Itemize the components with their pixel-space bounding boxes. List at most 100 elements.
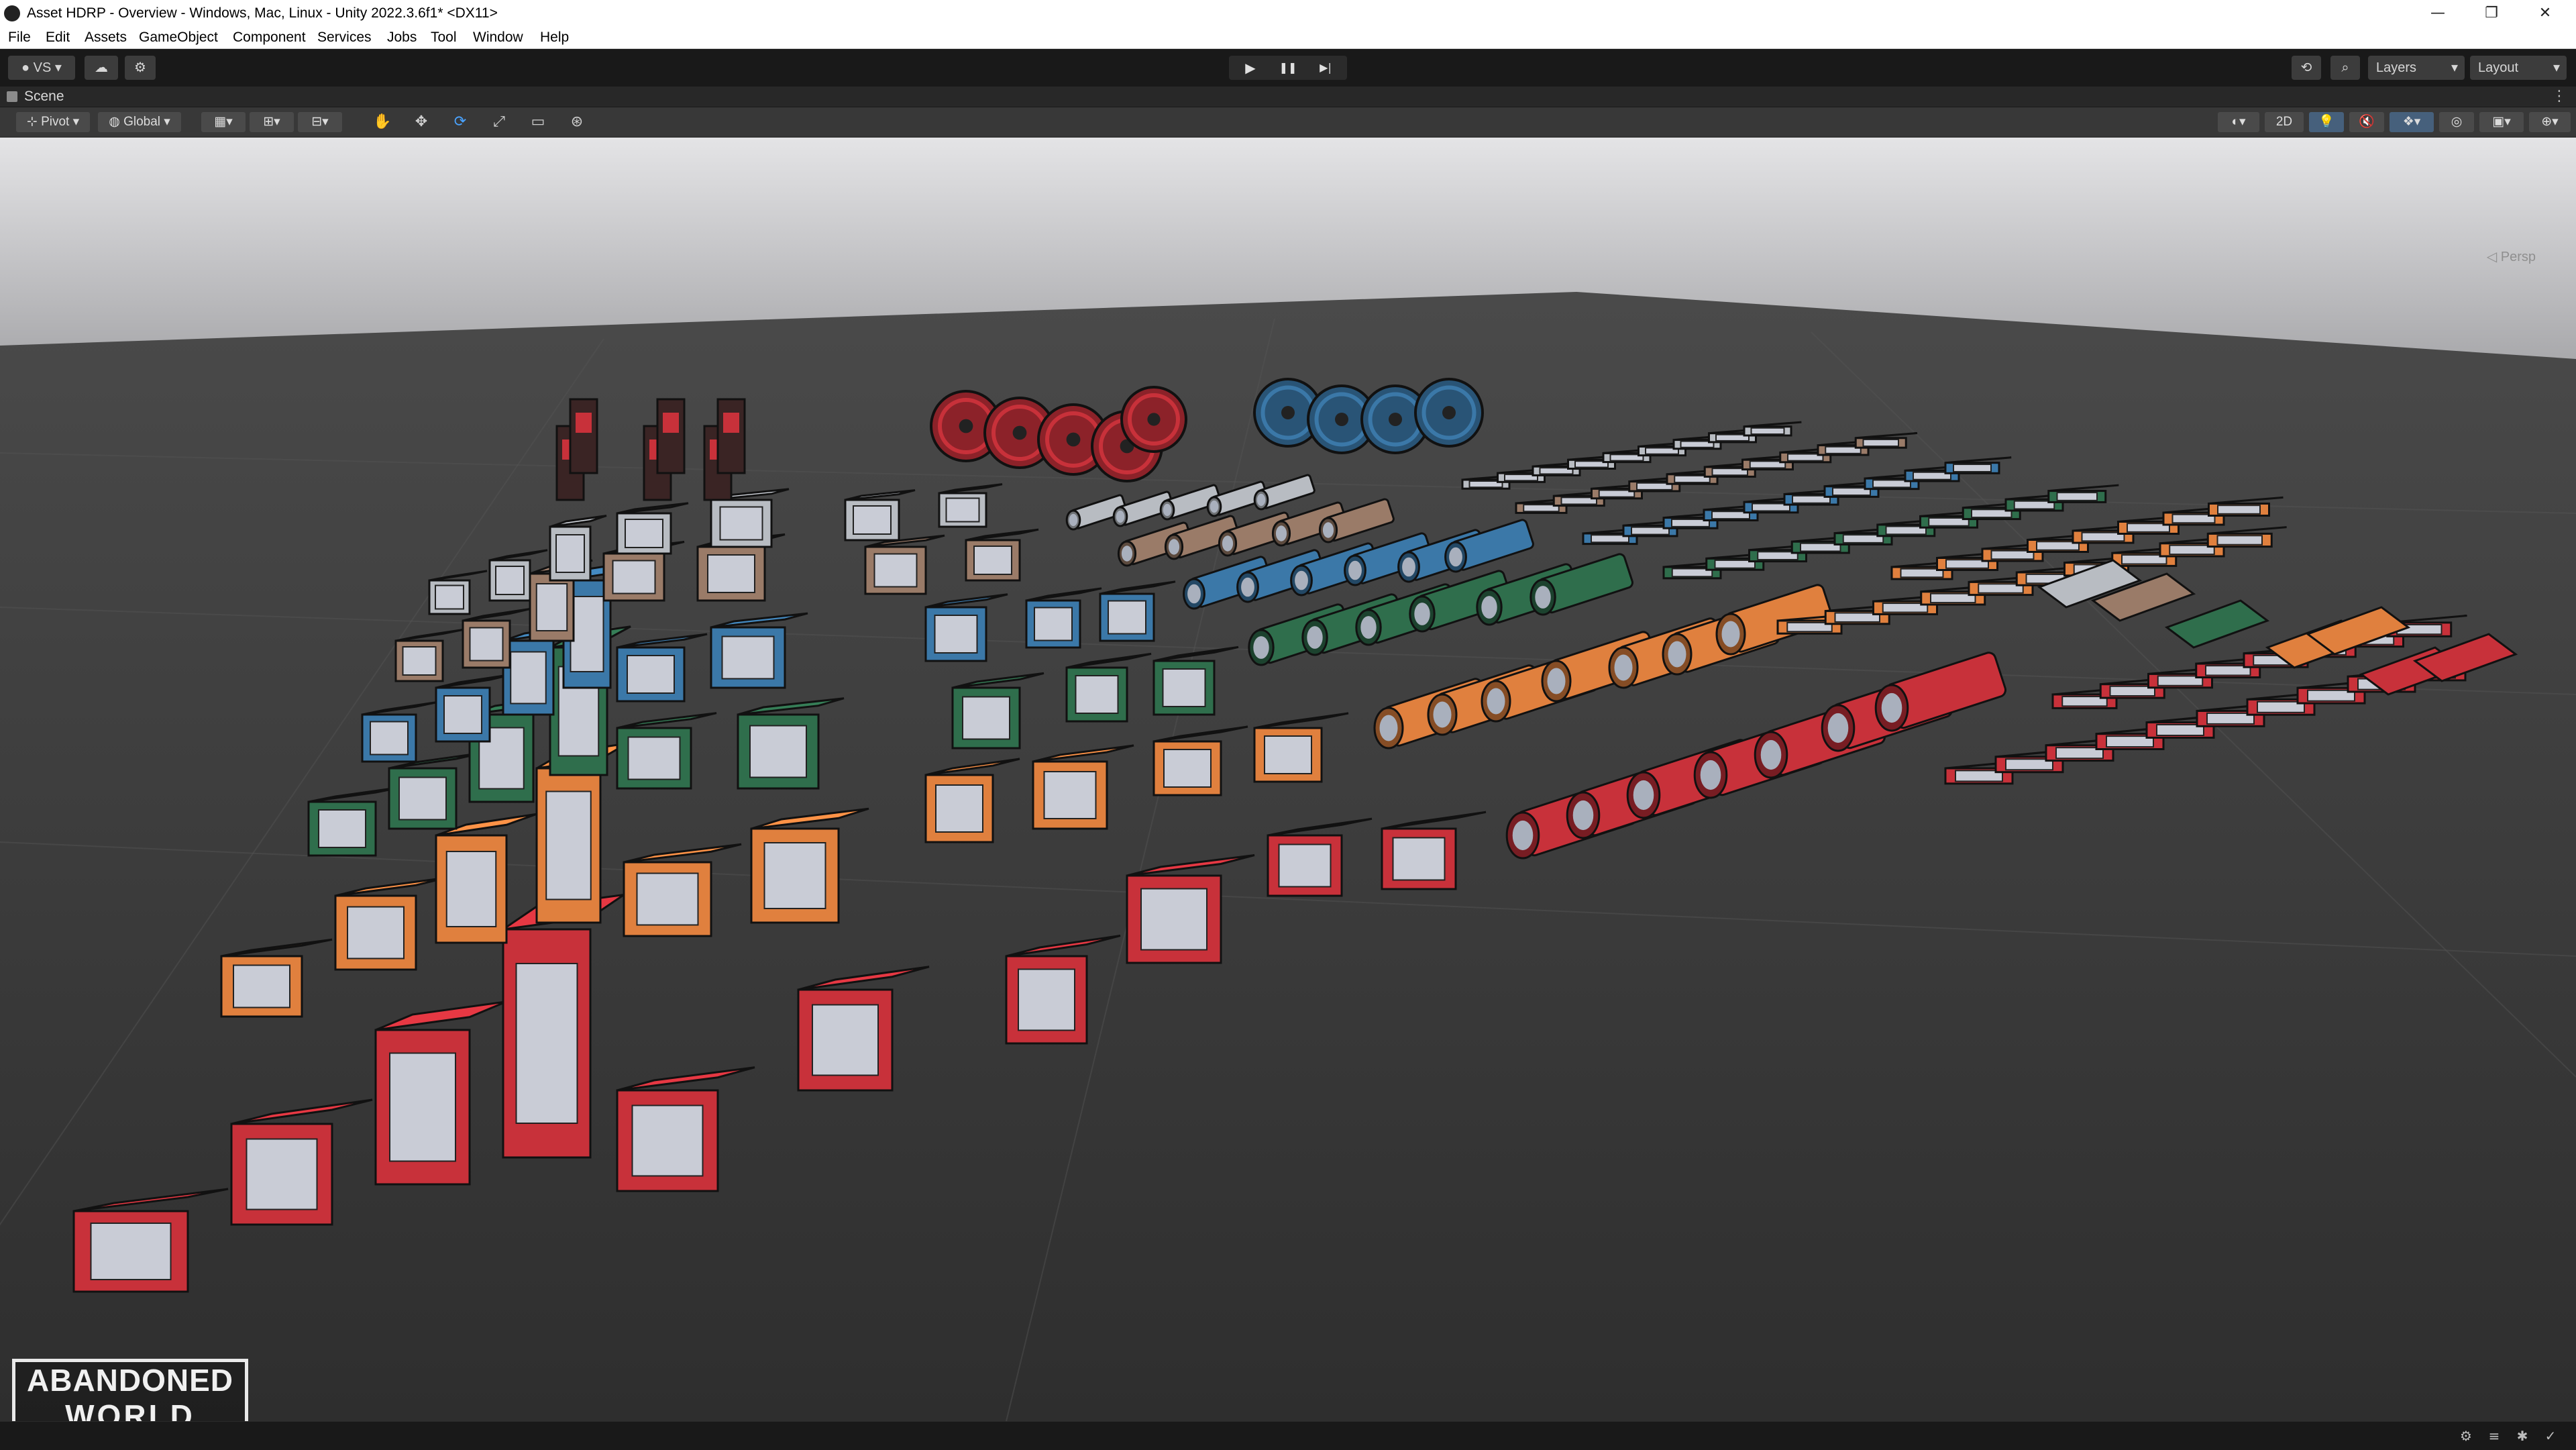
pipe-0-3-inner [1633,780,1654,811]
duct-grey-1-opening [435,584,464,610]
more-options-icon[interactable]: ⋮ [2552,87,2567,107]
tee-grey-1-opening [945,497,980,523]
ruler-button[interactable]: ⊟▾ [298,112,342,132]
grid-icon: ▦▾ [214,115,233,129]
logo-line-1: ABANDONED [27,1363,233,1398]
layers-dropdown[interactable]: Layers ▾ [2368,56,2465,80]
move-tool-icon[interactable]: ✥ [407,112,436,132]
effects-toggle[interactable]: ❖▾ [2390,112,2434,132]
bend-blue-1-opening [934,615,978,654]
rotate-tool-icon[interactable]: ⟳ [445,112,475,132]
elbow-tan-2-opening [707,554,755,593]
elbow-grey-1-opening [625,519,663,548]
menu-edit[interactable]: Edit [46,27,70,48]
pivot-label: Pivot [41,115,70,129]
duct-red-3-opening [389,1052,456,1162]
audio-mute-icon: 🔇 [2359,115,2375,129]
pipe-5-1-inner [1069,513,1078,527]
tab-scene[interactable]: Scene [7,87,64,107]
shading-icon: ◐▾ [2231,115,2246,129]
status-bar: ⚙ ≡ ✱ ✓ [0,1421,2576,1450]
minimize-icon[interactable]: — [2411,0,2465,27]
pipe-3-5-inner [1402,557,1415,577]
pivot-toggle[interactable]: ⊹ Pivot ▾ [16,112,90,132]
play-button[interactable]: ▶ [1232,56,1269,80]
lighting-toggle[interactable]: 💡 [2309,112,2344,132]
pipe-0-2-inner [1572,800,1594,831]
pivot-icon: ⊹ [26,115,38,129]
elbow-blue-2-opening [721,635,775,680]
elbow-orange-1-opening [636,872,699,926]
mode-2d-toggle[interactable]: 2D [2265,112,2304,132]
search-icon: ⌕ [2341,60,2349,75]
step-button[interactable]: ▶| [1307,56,1344,80]
playmode-controls: ▶ ❚❚ ▶| [1229,56,1347,80]
menu-gameobject[interactable]: GameObject [139,27,218,48]
unit-5 [716,398,746,474]
history-button[interactable]: ⟲ [2292,56,2321,80]
pipe-0-6-inner [1827,713,1849,743]
menu-assets[interactable]: Assets [85,27,127,48]
check-icon[interactable]: ✓ [2542,1429,2559,1443]
pipe-3-2-inner [1241,577,1254,597]
scene-viewport[interactable]: ◁ Persp [0,138,2576,1421]
chevron-down-icon: ▾ [164,115,170,129]
pipe-3-6-inner [1449,547,1462,567]
search-button[interactable]: ⌕ [2330,56,2360,80]
increment-snap-button[interactable]: ⊞▾ [250,112,294,132]
duct-red-4-opening [515,963,578,1124]
account-button[interactable]: ● VS ▾ [8,56,75,80]
bend-tan-1-opening [873,553,918,588]
menu-window[interactable]: Window [473,27,523,48]
title-bar: Asset HDRP - Overview - Windows, Mac, Li… [0,0,2576,27]
scene-visibility-toggle[interactable]: ◎ [2439,112,2474,132]
duct-tan-2-opening [469,627,504,662]
camera-settings-button[interactable]: ▣▾ [2479,112,2524,132]
menu-tool[interactable]: Tool [431,27,457,48]
cloud-icon: ☁ [95,60,108,75]
scale-tool-icon[interactable]: ⤢ [484,112,514,132]
menu-services[interactable]: Services [317,27,372,48]
collab-button[interactable]: ⚙ [125,56,156,80]
pipe-0-7-inner [1881,692,1902,723]
flat-duct-4-9-opening [2056,492,2098,501]
pipe-1-1-inner [1379,715,1398,741]
layout-dropdown[interactable]: Layout ▾ [2470,56,2567,80]
restore-icon[interactable]: ❐ [2465,0,2518,27]
rect-tool-icon[interactable]: ▭ [523,112,553,132]
menu-file[interactable]: File [8,27,31,48]
elbow-green-1-opening [627,736,681,780]
menu-help[interactable]: Help [540,27,569,48]
camera-mode-label[interactable]: ◁ Persp [2487,248,2536,265]
global-label: Global [123,115,160,129]
pipe-1-2-inner [1433,701,1452,728]
elbow-red-1-opening [631,1104,704,1177]
audio-toggle[interactable]: 🔇 [2349,112,2384,132]
bug-icon[interactable]: ✱ [2514,1429,2530,1443]
chevron-down-icon: ▾ [2553,60,2560,75]
debug-icon[interactable]: ⚙ [2458,1429,2474,1443]
duct-blue-3-opening [510,651,547,705]
fan-0-hub [959,419,973,433]
pipe-1-5-inner [1614,654,1633,681]
close-icon[interactable]: ✕ [2518,0,2572,27]
draw-mode-button[interactable]: ◐▾ [2218,112,2259,132]
pipe-1-4-inner [1547,668,1566,694]
cache-icon[interactable]: ≡ [2486,1429,2502,1443]
effects-icon: ❖▾ [2402,115,2421,129]
cloud-button[interactable]: ☁ [85,56,118,80]
menu-component[interactable]: Component [233,27,306,48]
transform-tool-icon[interactable]: ⊛ [562,112,592,132]
menu-jobs[interactable]: Jobs [387,27,417,48]
duct-tan-1-opening [402,646,437,676]
gizmos-icon: ⊕▾ [2541,115,2559,129]
global-toggle[interactable]: ◍ Global ▾ [98,112,181,132]
pipe-0-4-inner [1700,760,1721,790]
elbow-red-2-opening [812,1004,879,1076]
pause-button[interactable]: ❚❚ [1269,56,1307,80]
duct-blue-1-opening [370,721,409,756]
hand-tool-icon[interactable]: ✋ [368,112,397,132]
grid-snap-button[interactable]: ▦▾ [201,112,246,132]
gizmos-button[interactable]: ⊕▾ [2529,112,2571,132]
globe-icon: ◍ [109,115,120,129]
